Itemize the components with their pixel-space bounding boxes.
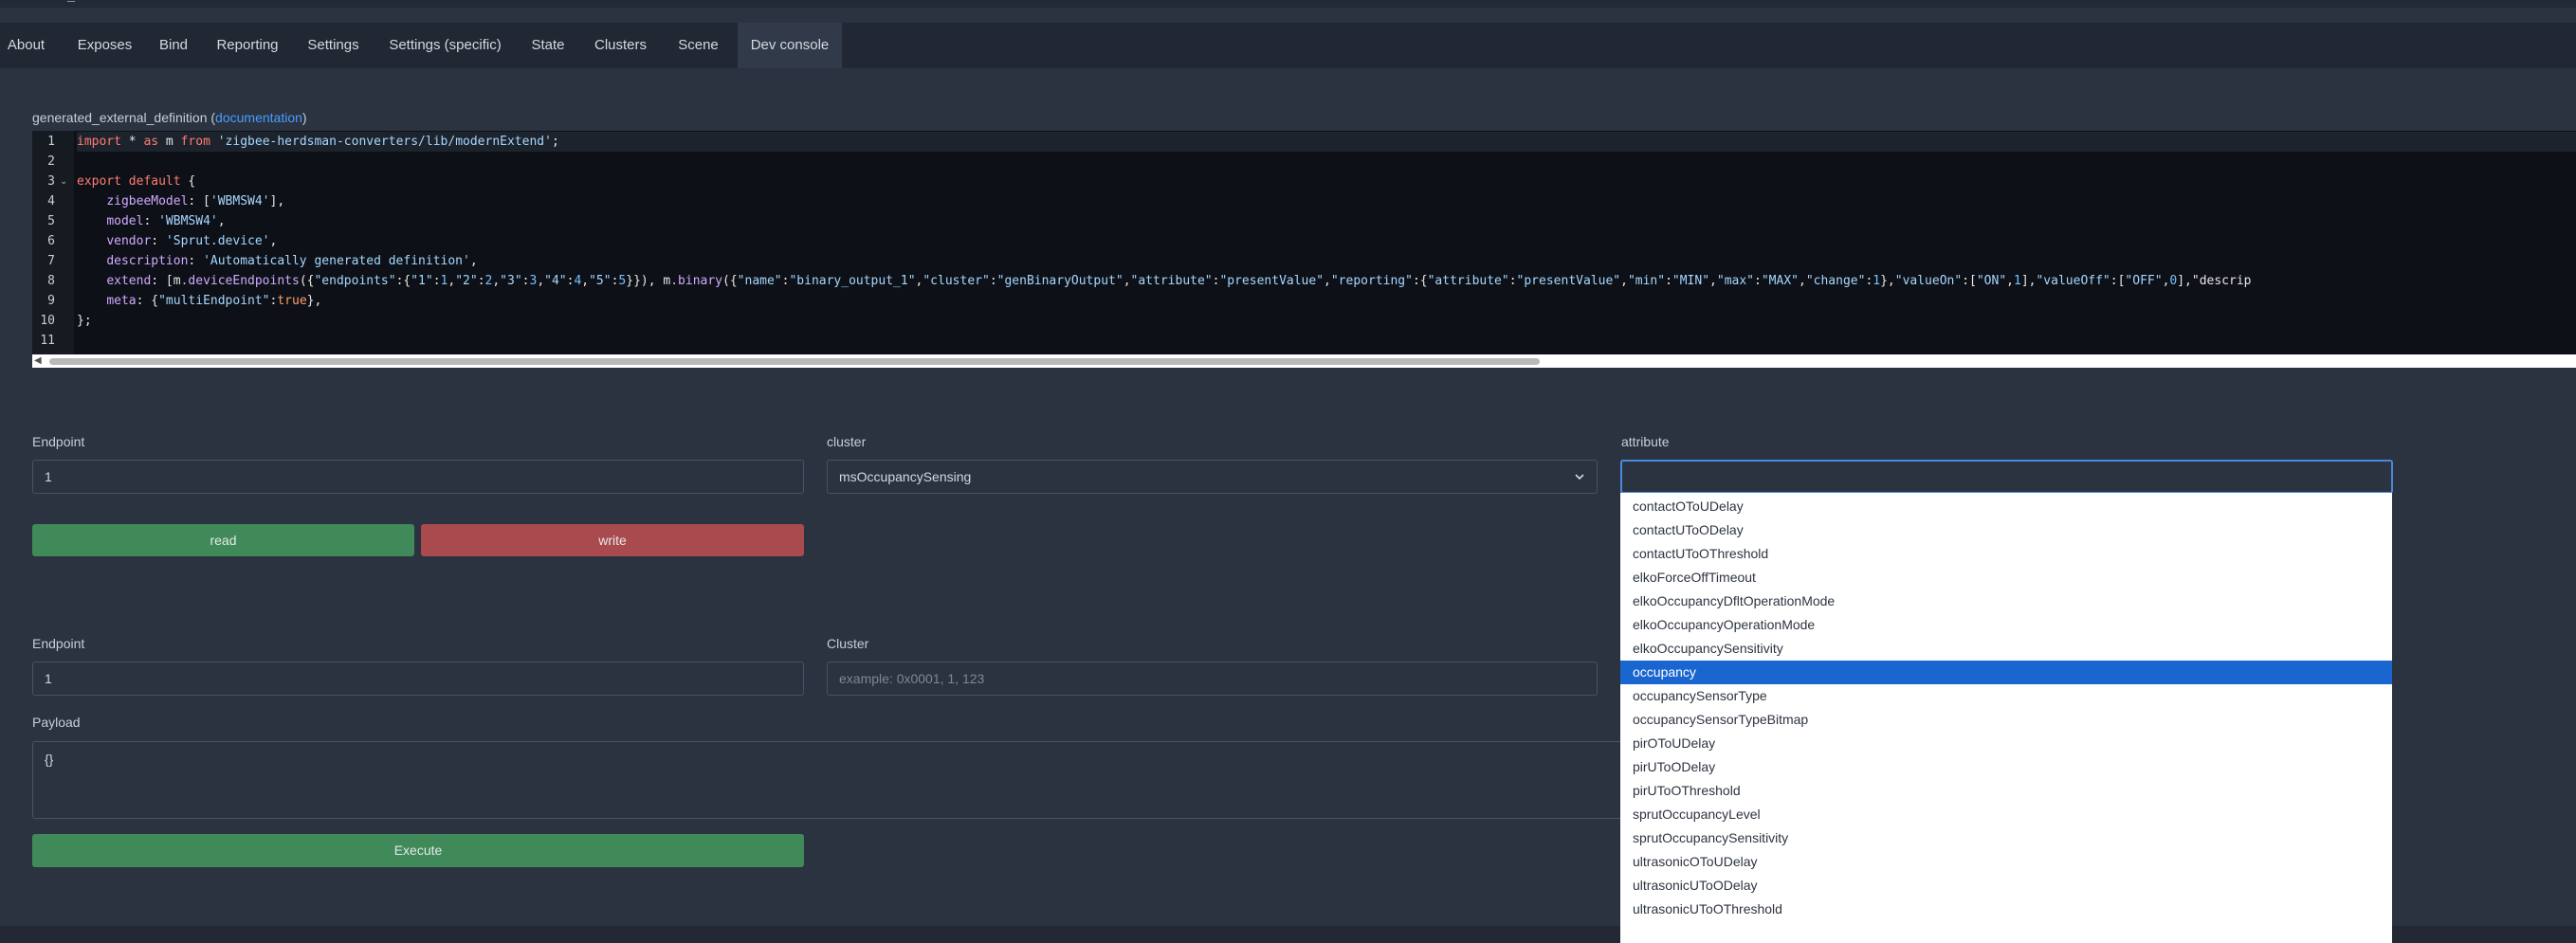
cmd-endpoint-input[interactable]: 1 bbox=[32, 662, 804, 696]
attribute-option[interactable]: sprutOccupancyLevel bbox=[1620, 803, 2392, 826]
write-button[interactable]: write bbox=[421, 524, 804, 556]
definition-paren-open: ( bbox=[207, 110, 216, 125]
attribute-option[interactable]: ultrasonicUToOThreshold bbox=[1620, 898, 2392, 921]
code-editor[interactable]: 1 2 3 4 5 6 7 8 9 10 11 ⌄ import * as m from 'zigbe… bbox=[32, 131, 2576, 354]
line-number: 7 bbox=[47, 254, 55, 268]
tab-dev-console[interactable]: Dev console bbox=[738, 23, 842, 68]
code-line: extend: [m.deviceEndpoints({"endpoints":… bbox=[106, 274, 2252, 288]
tab-reporting[interactable]: Reporting bbox=[205, 23, 290, 68]
tab-settings-specific[interactable]: Settings (specific) bbox=[376, 23, 514, 68]
cmd-cluster-input[interactable]: example: 0x0001, 1, 123 bbox=[827, 662, 1598, 696]
documentation-link[interactable]: documentation bbox=[215, 110, 302, 125]
code-line: meta: {"multiEndpoint":true}, bbox=[106, 294, 322, 308]
attribute-option[interactable]: pirUToODelay bbox=[1620, 755, 2392, 779]
attribute-option[interactable]: contactOToUDelay bbox=[1620, 495, 2392, 518]
rw-endpoint-label: Endpoint bbox=[32, 434, 85, 449]
cluster-select[interactable]: msOccupancySensing bbox=[827, 460, 1598, 494]
cmd-endpoint-label: Endpoint bbox=[32, 636, 85, 651]
code-line: zigbeeModel: ['WBMSW4'], bbox=[106, 194, 285, 209]
cluster-select-value: msOccupancySensing bbox=[839, 469, 972, 484]
definition-paren-close: ) bbox=[301, 110, 307, 125]
line-number: 2 bbox=[47, 154, 55, 169]
attribute-option[interactable]: sprutOccupancySensitivity bbox=[1620, 826, 2392, 850]
line-number: 6 bbox=[47, 234, 55, 248]
tab-bar: About Exposes Bind Reporting Settings Setting… bbox=[0, 23, 2576, 68]
attribute-option[interactable]: elkoOccupancySensitivity bbox=[1620, 637, 2392, 661]
editor-horizontal-scrollbar[interactable]: ◀ bbox=[32, 354, 2576, 368]
attribute-option[interactable]: pirOToUDelay bbox=[1620, 732, 2392, 755]
rw-attribute-label: attribute bbox=[1621, 434, 1670, 449]
line-number: 4 bbox=[47, 194, 55, 209]
scroll-left-icon[interactable]: ◀ bbox=[34, 355, 42, 366]
attribute-dropdown[interactable]: contactOToUDelay contactUToODelay contactU… bbox=[1620, 493, 2392, 943]
code-line: export default { bbox=[77, 174, 196, 189]
editor-gutter: 1 2 3 4 5 6 7 8 9 10 11 ⌄ bbox=[32, 131, 74, 354]
attribute-option[interactable]: elkoForceOffTimeout bbox=[1620, 566, 2392, 589]
line-number: 9 bbox=[47, 294, 55, 308]
attribute-option[interactable]: ultrasonicUToODelay bbox=[1620, 874, 2392, 898]
fold-chevron-icon[interactable]: ⌄ bbox=[60, 172, 67, 191]
definition-heading: generated_external_definition (documenta… bbox=[32, 110, 307, 125]
payload-label: Payload bbox=[32, 715, 81, 730]
attribute-option[interactable]: contactUToOThreshold bbox=[1620, 542, 2392, 566]
attribute-option[interactable]: pirUToOThreshold bbox=[1620, 779, 2392, 803]
attribute-option[interactable]: ultrasonicOToUDelay bbox=[1620, 850, 2392, 874]
tab-exposes[interactable]: Exposes bbox=[67, 23, 142, 68]
tab-about[interactable]: About bbox=[0, 23, 52, 68]
line-number: 8 bbox=[47, 274, 55, 288]
window-top-strip bbox=[0, 0, 2576, 8]
rw-endpoint-input[interactable]: 1 bbox=[32, 460, 804, 494]
tab-state[interactable]: State bbox=[521, 23, 575, 68]
tab-settings[interactable]: Settings bbox=[298, 23, 369, 68]
definition-label: generated_external_definition bbox=[32, 110, 208, 125]
payload-textarea[interactable]: {} bbox=[32, 741, 1644, 819]
attribute-option[interactable]: occupancy bbox=[1620, 661, 2392, 684]
code-line: import * as m from 'zigbee-herdsman-conv… bbox=[77, 132, 2576, 152]
attribute-option[interactable]: elkoOccupancyOperationMode bbox=[1620, 613, 2392, 637]
cmd-cluster-label: Cluster bbox=[827, 636, 869, 651]
window-dash-mark bbox=[67, 1, 75, 2]
tab-bind[interactable]: Bind bbox=[150, 23, 197, 68]
attribute-option[interactable]: occupancySensorType bbox=[1620, 684, 2392, 708]
code-line: model: 'WBMSW4', bbox=[106, 214, 226, 228]
line-number: 5 bbox=[47, 214, 55, 228]
rw-cluster-label: cluster bbox=[827, 434, 867, 449]
line-number: 11 bbox=[40, 334, 55, 348]
code-line: vendor: 'Sprut.device', bbox=[106, 234, 278, 248]
attribute-option[interactable]: occupancySensorTypeBitmap bbox=[1620, 708, 2392, 732]
read-button[interactable]: read bbox=[32, 524, 414, 556]
line-number: 3 bbox=[47, 174, 55, 189]
line-number: 10 bbox=[40, 314, 55, 328]
scrollbar-thumb[interactable] bbox=[49, 358, 1540, 365]
execute-button[interactable]: Execute bbox=[32, 834, 804, 867]
line-number: 1 bbox=[47, 135, 55, 149]
attribute-option[interactable]: contactUToODelay bbox=[1620, 518, 2392, 542]
chevron-down-icon bbox=[1575, 474, 1584, 481]
tab-scene[interactable]: Scene bbox=[667, 23, 730, 68]
attribute-input[interactable] bbox=[1620, 460, 2393, 494]
attribute-option[interactable]: elkoOccupancyDfltOperationMode bbox=[1620, 589, 2392, 613]
code-line: }; bbox=[77, 314, 92, 328]
tab-clusters[interactable]: Clusters bbox=[582, 23, 659, 68]
code-line: description: 'Automatically generated de… bbox=[106, 254, 478, 268]
